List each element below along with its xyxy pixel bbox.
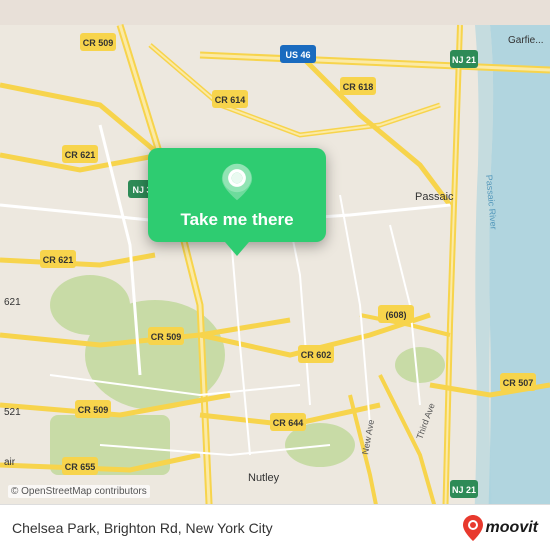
svg-text:CR 621: CR 621 (65, 150, 96, 160)
bottom-bar: Chelsea Park, Brighton Rd, New York City… (0, 504, 550, 550)
svg-text:NJ 21: NJ 21 (452, 55, 476, 65)
map-background: CR 509 US 46 CR 614 CR 618 NJ 3 NJ 21 CR… (0, 0, 550, 550)
svg-text:521: 521 (4, 407, 21, 418)
svg-text:Garfie...: Garfie... (508, 35, 544, 46)
svg-text:NJ 21: NJ 21 (452, 485, 476, 495)
svg-text:Nutley: Nutley (248, 472, 280, 484)
svg-text:CR 614: CR 614 (215, 95, 246, 105)
svg-text:621: 621 (4, 297, 21, 308)
svg-text:(608): (608) (385, 310, 406, 320)
svg-text:CR 507: CR 507 (503, 378, 534, 388)
svg-text:US 46: US 46 (285, 50, 310, 60)
svg-text:air: air (4, 457, 16, 468)
svg-text:CR 655: CR 655 (65, 462, 96, 472)
moovit-logo: moovit (462, 514, 538, 542)
svg-text:CR 618: CR 618 (343, 82, 374, 92)
map-attribution: © OpenStreetMap contributors (8, 485, 150, 498)
location-pin-icon (217, 162, 257, 202)
svg-text:CR 602: CR 602 (301, 350, 332, 360)
svg-text:CR 621: CR 621 (43, 255, 74, 265)
svg-text:CR 509: CR 509 (83, 38, 114, 48)
svg-text:CR 509: CR 509 (151, 332, 182, 342)
moovit-pin-icon (462, 514, 484, 542)
svg-text:CR 644: CR 644 (273, 418, 304, 428)
svg-text:Passaic: Passaic (415, 191, 454, 203)
location-label: Chelsea Park, Brighton Rd, New York City (12, 520, 273, 536)
take-me-there-label: Take me there (180, 210, 293, 230)
svg-text:CR 509: CR 509 (78, 405, 109, 415)
take-me-there-card[interactable]: Take me there (148, 148, 326, 242)
map-container: CR 509 US 46 CR 614 CR 618 NJ 3 NJ 21 CR… (0, 0, 550, 550)
moovit-text: moovit (486, 519, 538, 537)
